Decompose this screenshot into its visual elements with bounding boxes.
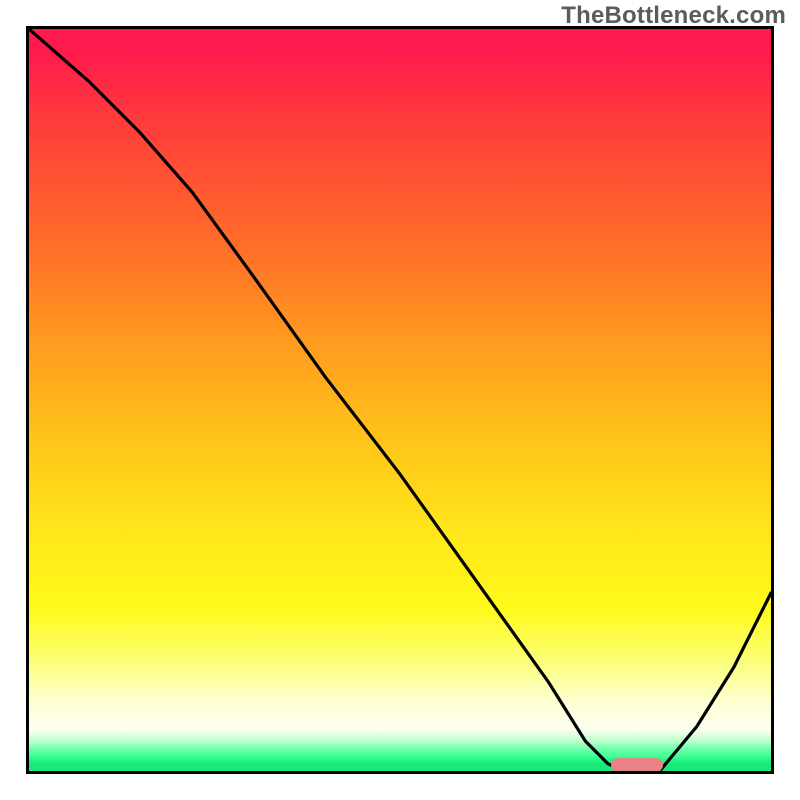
watermark-text: TheBottleneck.com (561, 2, 786, 30)
plot-area (29, 29, 771, 771)
bottleneck-curve (29, 29, 771, 771)
chart-frame: TheBottleneck.com (0, 0, 800, 800)
plot-area-border (26, 26, 774, 774)
optimal-marker (611, 758, 663, 771)
